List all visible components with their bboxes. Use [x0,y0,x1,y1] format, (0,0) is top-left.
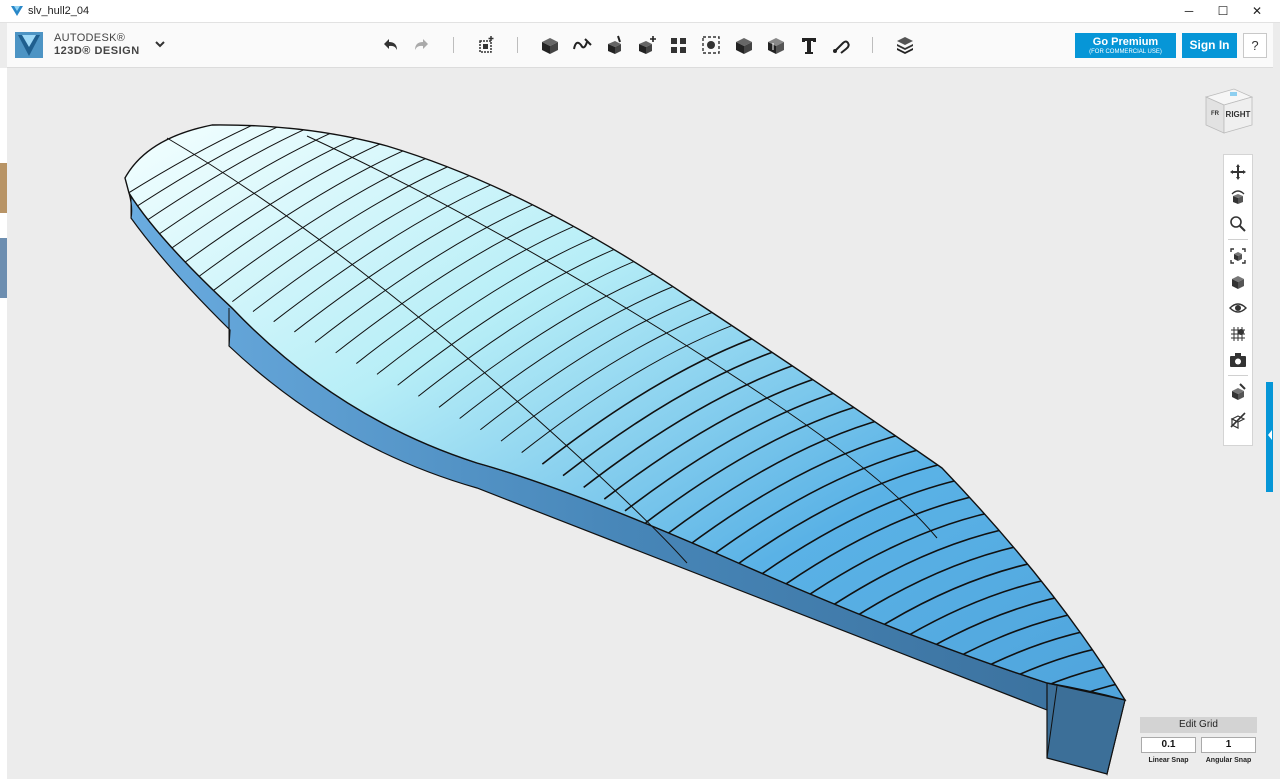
linear-snap-field[interactable]: 0.1 [1141,737,1196,753]
hull-model[interactable] [7,68,1273,779]
desktop-thumbnail [0,163,7,213]
outline-icon[interactable] [1229,411,1247,429]
snap-panel: Edit Grid 0.1 1 Linear Snap Angular Snap [1140,717,1257,769]
redo-icon[interactable] [410,33,434,57]
chevron-down-icon[interactable] [151,35,169,53]
view-cube[interactable]: RIGHT FR [1200,83,1256,139]
close-button[interactable]: ✕ [1240,0,1274,23]
view-mode-icon[interactable] [1229,273,1247,291]
chevron-left-icon [1268,430,1272,440]
window-title: slv_hull2_04 [28,5,90,17]
pattern-icon[interactable] [667,33,691,57]
linear-snap-label: Linear Snap [1148,757,1189,764]
toolbar-separator [872,37,873,53]
modify-icon[interactable] [635,33,659,57]
main-toolbar: AUTODESK® 123D® DESIGN Go Premium (FOR C… [7,23,1273,68]
go-premium-sublabel: (FOR COMMERCIAL USE) [1089,49,1162,55]
navigation-bar [1223,154,1253,446]
edit-grid-button[interactable]: Edit Grid [1140,717,1257,733]
snap-icon[interactable] [829,33,853,57]
viewcube-right-label: RIGHT [1226,110,1251,119]
zoom-icon[interactable] [1229,215,1247,233]
viewcube-front-label: FR [1211,111,1220,117]
hull-deck [124,124,1127,702]
desktop-edge [0,68,7,779]
fit-icon[interactable] [1229,247,1247,265]
material-icon[interactable] [1229,383,1247,401]
go-premium-button[interactable]: Go Premium (FOR COMMERCIAL USE) [1075,33,1176,58]
title-bar[interactable]: slv_hull2_04 ─ ☐ ✕ [0,0,1280,23]
measure-icon[interactable] [764,33,788,57]
help-button[interactable]: ? [1243,33,1267,58]
text-icon[interactable] [797,33,821,57]
brand-autodesk: AUTODESK® [54,32,126,44]
orbit-icon[interactable] [1229,189,1247,207]
camera-icon[interactable] [1229,351,1247,369]
navbar-separator [1228,239,1248,240]
minimize-button[interactable]: ─ [1172,0,1206,23]
navbar-separator [1228,375,1248,376]
angular-snap-label: Angular Snap [1205,757,1252,764]
transform-icon[interactable] [474,33,498,57]
primitives-icon[interactable] [538,33,562,57]
maximize-button[interactable]: ☐ [1206,0,1240,23]
brand-product: 123D® DESIGN [54,45,140,57]
toolbar-separator [453,37,454,53]
group-icon[interactable] [699,33,723,57]
pan-icon[interactable] [1229,163,1247,181]
angular-snap-field[interactable]: 1 [1201,737,1256,753]
undo-icon[interactable] [378,33,402,57]
toolbar-separator [517,37,518,53]
app-window: slv_hull2_04 ─ ☐ ✕ AUTODESK® 123D® DESIG… [0,0,1280,779]
sign-in-button[interactable]: Sign In [1182,33,1237,58]
3d-viewport[interactable]: RIGHT FR Edit Grid 0.1 1 Linear Snap Ang… [7,68,1273,779]
visibility-icon[interactable] [1229,299,1247,317]
go-premium-label: Go Premium [1092,36,1159,48]
sketch-icon[interactable] [570,33,594,57]
desktop-thumbnail [0,238,7,298]
app-title-icon [11,6,23,16]
grid-icon[interactable] [1229,325,1247,343]
combine-icon[interactable] [732,33,756,57]
material-icon[interactable] [893,33,917,57]
app-logo-icon[interactable] [13,28,45,62]
construct-icon[interactable] [603,33,627,57]
